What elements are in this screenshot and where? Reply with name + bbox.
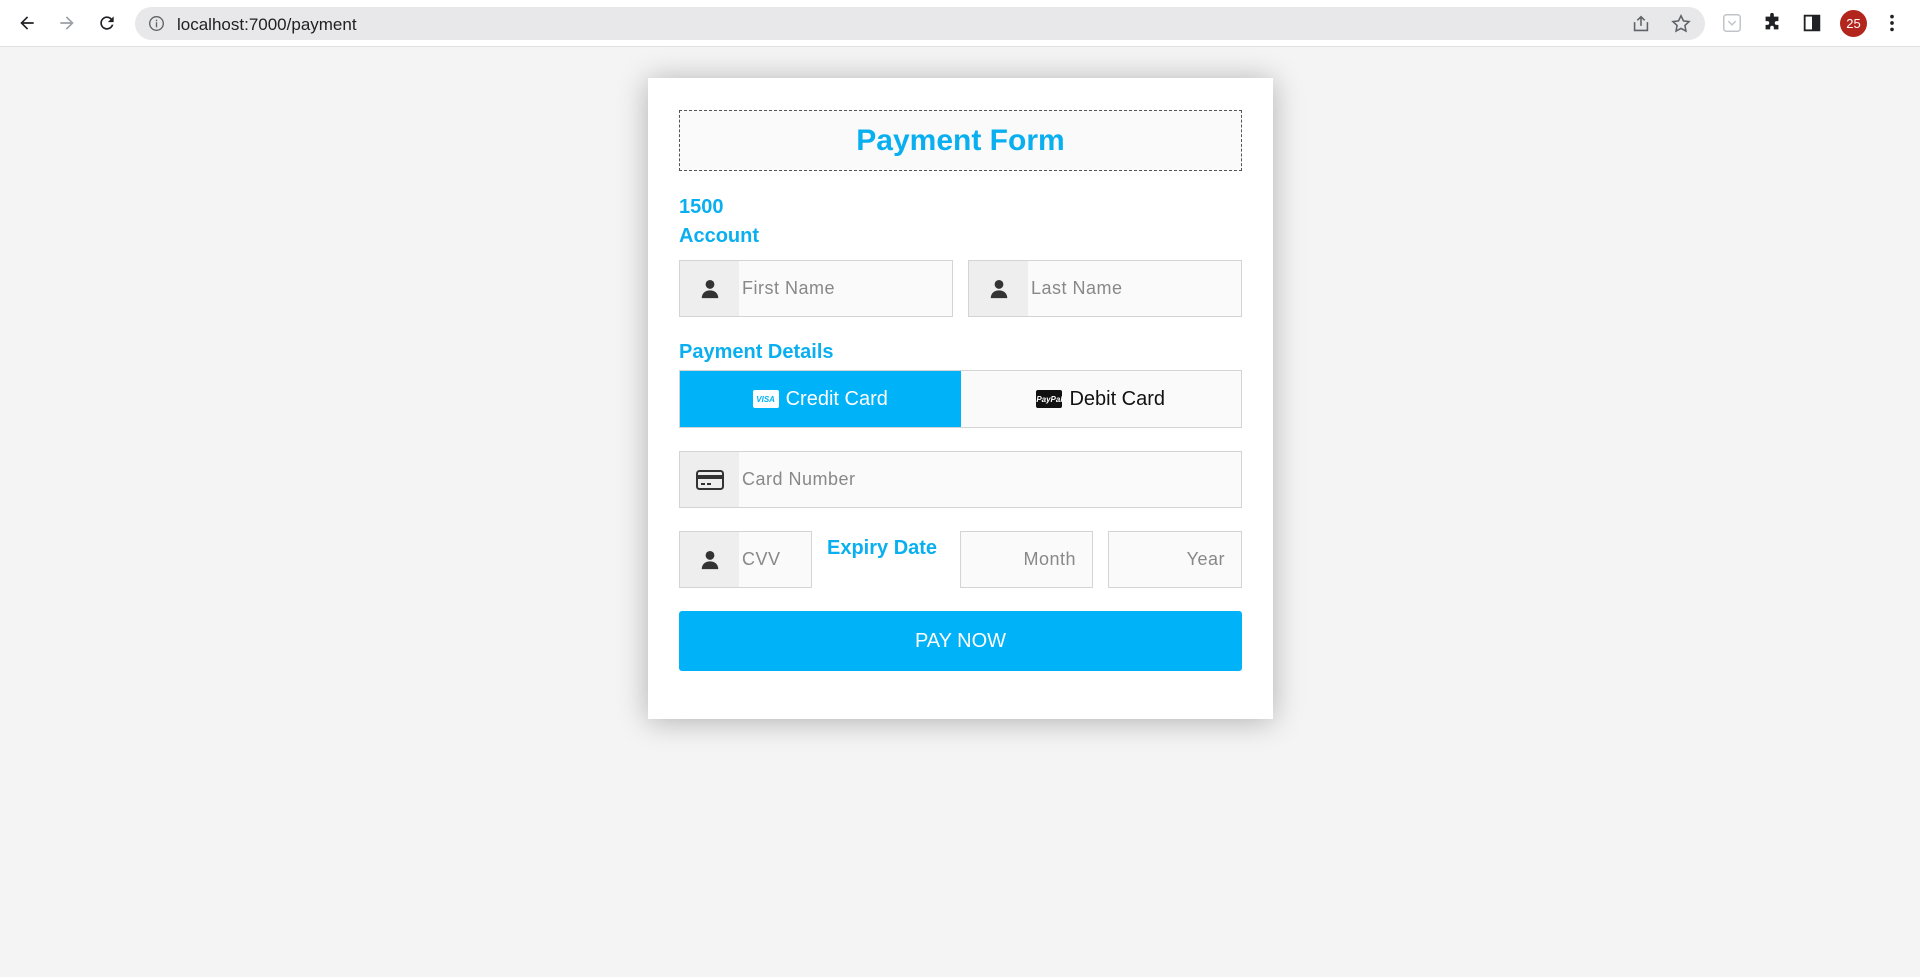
page-title: Payment Form [856, 123, 1065, 157]
arrow-left-icon [20, 16, 34, 30]
expiry-date-label: Expiry Date [827, 537, 938, 559]
debit-card-option[interactable]: PayPal Debit Card [960, 371, 1241, 427]
address-bar[interactable]: localhost:7000/payment [135, 7, 1705, 40]
credit-card-option[interactable]: VISA Credit Card [680, 371, 961, 427]
title-box: Payment Form [679, 110, 1242, 171]
arrow-right-icon [60, 16, 74, 30]
credit-card-label: Credit Card [785, 387, 888, 410]
card-number-input[interactable] [739, 452, 1241, 507]
payment-card: Payment Form 1500 Account Payment Detail… [648, 78, 1273, 719]
payment-method-toggle: VISA Credit Card PayPal Debit Card [679, 370, 1242, 428]
last-name-addon [969, 261, 1028, 316]
last-name-input[interactable] [1028, 261, 1263, 316]
user-icon [701, 550, 718, 569]
url-text[interactable]: localhost:7000/payment [177, 15, 357, 35]
profile-avatar[interactable]: 25 [1840, 10, 1867, 37]
browser-menu-icon[interactable] [1880, 11, 1904, 35]
browser-toolbar: localhost:7000/payment 25 [0, 0, 1920, 47]
debit-card-label: Debit Card [1069, 387, 1166, 410]
back-button[interactable] [12, 8, 42, 38]
info-icon[interactable] [148, 15, 165, 32]
forward-button[interactable] [52, 8, 82, 38]
pocket-extension-icon[interactable] [1720, 11, 1744, 35]
reload-button[interactable] [92, 8, 122, 38]
card-number-field[interactable] [679, 451, 1242, 508]
side-panel-icon[interactable] [1800, 11, 1824, 35]
share-icon[interactable] [1630, 13, 1652, 35]
first-name-field[interactable] [679, 260, 974, 317]
amount-value: 1500 [679, 196, 724, 218]
year-field[interactable] [1108, 531, 1242, 588]
account-label: Account [679, 225, 759, 247]
user-icon [701, 279, 718, 298]
bookmark-star-icon[interactable] [1670, 13, 1692, 35]
first-name-input[interactable] [739, 261, 974, 316]
user-icon [990, 279, 1007, 298]
first-name-addon [680, 261, 739, 316]
extensions-puzzle-icon[interactable] [1760, 11, 1784, 35]
month-field[interactable] [960, 531, 1093, 588]
credit-card-icon [695, 469, 724, 490]
card-number-addon [680, 452, 739, 507]
pay-now-button[interactable]: PAY NOW [679, 611, 1242, 671]
visa-icon: VISA [752, 390, 779, 408]
paypal-icon: PayPal [1036, 390, 1063, 408]
last-name-field[interactable] [968, 260, 1263, 317]
reload-icon [100, 16, 114, 30]
cvv-field[interactable] [679, 531, 974, 588]
payment-details-label: Payment Details [679, 341, 834, 363]
month-input[interactable] [961, 532, 1092, 587]
cvv-addon [680, 532, 739, 587]
year-input[interactable] [1109, 532, 1241, 587]
